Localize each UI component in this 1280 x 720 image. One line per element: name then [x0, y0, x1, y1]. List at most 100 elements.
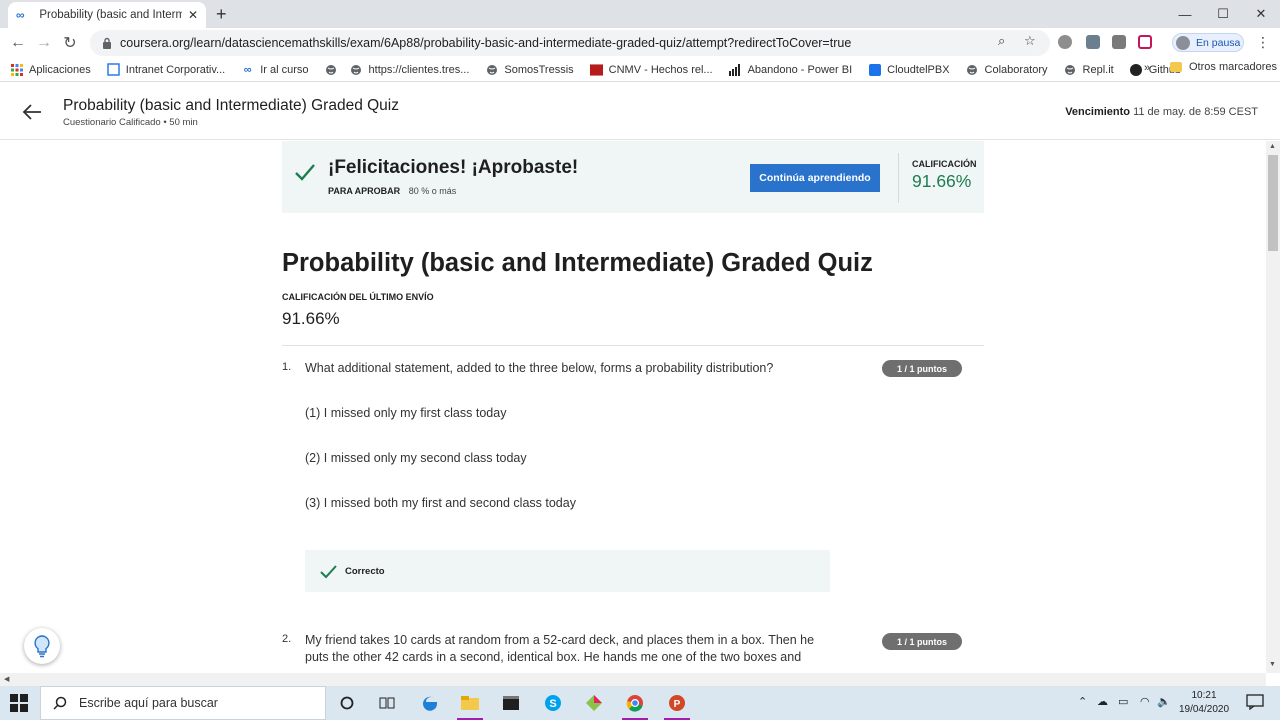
answer-option: (1) I missed only my first class today: [305, 406, 507, 420]
skype-icon[interactable]: S: [536, 690, 570, 716]
help-lightbulb-button[interactable]: [24, 628, 60, 664]
question-text-line: My friend takes 10 cards at random from …: [305, 633, 815, 647]
file-explorer-icon[interactable]: [453, 690, 487, 720]
cortana-icon[interactable]: [330, 690, 364, 716]
tray-chevron-icon[interactable]: ⌃: [1078, 695, 1087, 708]
tab-title: Probability (basic and Intermediate: [39, 9, 182, 21]
other-bookmarks-label: Otros marcadores: [1189, 61, 1278, 73]
lock-icon: [103, 37, 111, 49]
wifi-icon[interactable]: ◠: [1140, 695, 1150, 708]
bookmark-label: Repl.it: [1082, 63, 1114, 76]
bookmark-label: Ir al curso: [260, 63, 309, 76]
browser-menu-icon[interactable]: ⋮: [1256, 34, 1270, 51]
address-bar[interactable]: coursera.org/learn/datasciencemathskills…: [90, 30, 1050, 56]
other-bookmarks-folder[interactable]: Otros marcadores: [1170, 61, 1277, 73]
pass-label: PARA APROBAR: [328, 186, 401, 196]
quiz-header: Probability (basic and Intermediate) Gra…: [0, 82, 1280, 140]
question-text: What additional statement, added to the …: [305, 361, 774, 375]
bookmark-item[interactable]: https://clientes.tres...: [350, 63, 470, 76]
power-bi-icon: [729, 63, 742, 76]
due-label: Vencimiento: [1065, 106, 1130, 118]
extension-icon[interactable]: [1112, 35, 1126, 49]
pass-value: 80 % o más: [408, 186, 457, 196]
back-button[interactable]: ←: [6, 31, 30, 55]
chrome-icon[interactable]: [618, 690, 652, 720]
bookmark-label: https://clientes.tres...: [368, 63, 470, 76]
scroll-left-icon[interactable]: ◀: [4, 675, 9, 683]
points-badge: 1 / 1 puntos: [882, 360, 962, 377]
bookmark-item[interactable]: Aplicaciones: [10, 63, 91, 76]
taskbar-search[interactable]: Escribe aquí para buscar: [40, 686, 326, 720]
profile-button[interactable]: En pausa: [1172, 33, 1244, 52]
globe-icon: [1064, 63, 1077, 76]
close-tab-icon[interactable]: ✕: [188, 8, 198, 22]
horizontal-scrollbar[interactable]: ◀: [0, 673, 1266, 686]
reload-button[interactable]: ↻: [58, 31, 82, 55]
browser-tab[interactable]: ∞ Probability (basic and Intermediate ✕: [8, 2, 206, 28]
bookmark-item[interactable]: CNMV - Hechos rel...: [589, 63, 713, 76]
bookmark-label: CloudtelPBX: [887, 63, 950, 76]
back-arrow-icon[interactable]: [20, 100, 44, 124]
due-value: 11 de may. de 8:59 CEST: [1133, 106, 1258, 118]
checkmark-icon: [320, 565, 337, 579]
clock-date: 19/04/2020: [1178, 704, 1230, 715]
edge-browser-icon[interactable]: [413, 690, 447, 716]
extension-icon[interactable]: [1086, 35, 1100, 49]
volume-icon[interactable]: 🔈: [1157, 695, 1171, 708]
answer-option: (2) I missed only my second class today: [305, 451, 527, 465]
bookmark-item[interactable]: Intranet Corporativ...: [107, 63, 225, 76]
scrollbar-thumb[interactable]: [1268, 155, 1278, 251]
powerpoint-icon[interactable]: P: [660, 690, 694, 720]
bookmark-item[interactable]: [325, 63, 344, 76]
task-view-icon[interactable]: [370, 690, 404, 716]
more-bookmarks-button[interactable]: »: [1144, 62, 1150, 74]
vertical-scrollbar[interactable]: ▲ ▼: [1266, 141, 1280, 673]
bookmark-label: Abandono - Power BI: [747, 63, 853, 76]
windows-taskbar: Escribe aquí para buscar S P ⌃ ☁ ▭ ◠ 🔈 1…: [0, 686, 1280, 720]
svg-text:P: P: [674, 699, 681, 710]
divider: [898, 153, 899, 203]
taskbar-clock[interactable]: 10:21 19/04/2020: [1174, 689, 1234, 717]
new-tab-button[interactable]: +: [216, 4, 227, 24]
apps-grid-icon: [10, 63, 23, 76]
forward-button[interactable]: →: [32, 31, 56, 55]
bookmark-item[interactable]: ∞ Ir al curso: [241, 63, 309, 76]
battery-icon[interactable]: ▭: [1118, 695, 1128, 708]
app-icon[interactable]: [577, 690, 611, 716]
bookmarks-bar: Aplicaciones Intranet Corporativ... ∞ Ir al…: [0, 58, 1280, 82]
bookmark-item[interactable]: SomosTressis: [485, 63, 574, 76]
bookmark-item[interactable]: CloudtelPBX: [868, 63, 950, 76]
last-grade-label: CALIFICACIÓN DEL ÚLTIMO ENVÍO: [282, 292, 434, 302]
url-text: coursera.org/learn/datasciencemathskills…: [120, 36, 852, 50]
terminal-icon[interactable]: [494, 690, 528, 716]
onedrive-icon[interactable]: ☁: [1097, 695, 1108, 708]
browser-tab-strip: ∞ Probability (basic and Intermediate ✕ …: [0, 0, 1280, 28]
coursera-icon: ∞: [16, 8, 25, 22]
bookmark-star-icon[interactable]: ☆: [1024, 33, 1036, 49]
scroll-down-icon[interactable]: ▼: [1269, 661, 1276, 668]
bookmark-item[interactable]: Repl.it: [1064, 63, 1114, 76]
notifications-icon[interactable]: [1246, 694, 1264, 710]
bookmark-item[interactable]: Abandono - Power BI: [729, 63, 853, 76]
maximize-button[interactable]: ☐: [1204, 0, 1242, 28]
main-content: ¡Felicitaciones! ¡Aprobaste! PARA APROBA…: [0, 141, 1266, 673]
bookmark-item[interactable]: Colaboratory: [966, 63, 1048, 76]
minimize-button[interactable]: —: [1166, 0, 1204, 28]
scroll-up-icon[interactable]: ▲: [1269, 143, 1276, 150]
close-window-button[interactable]: ✕: [1242, 0, 1280, 28]
search-placeholder: Escribe aquí para buscar: [79, 696, 218, 710]
pocket-extension-icon[interactable]: [1138, 35, 1152, 49]
question-text-line: puts the other 42 cards in a second, ide…: [305, 650, 802, 664]
windows-start-icon[interactable]: [10, 694, 28, 712]
search-zoom-icon[interactable]: ⌕: [998, 33, 1005, 49]
question-number: 1.: [282, 361, 292, 373]
question-number: 2.: [282, 633, 292, 645]
lightbulb-icon: [34, 635, 50, 658]
bookmark-label: SomosTressis: [504, 63, 574, 76]
bookmark-label: Aplicaciones: [29, 63, 91, 76]
globe-icon: [485, 63, 498, 76]
extension-icon[interactable]: [1058, 35, 1072, 49]
coursera-icon: ∞: [243, 63, 252, 76]
feedback-text: Correcto: [345, 566, 385, 577]
continue-learning-button[interactable]: Continúa aprendiendo: [750, 164, 880, 192]
